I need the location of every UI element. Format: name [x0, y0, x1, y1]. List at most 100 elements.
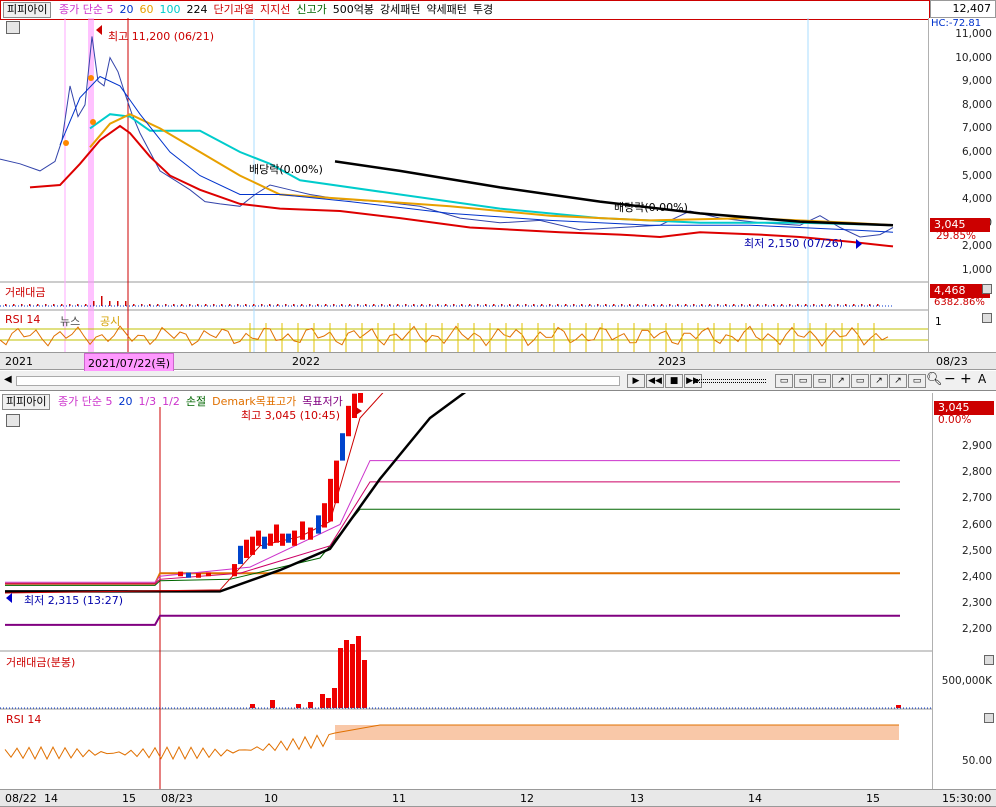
volume-bar — [157, 304, 159, 306]
top-legend-item[interactable]: 신고가 — [296, 1, 326, 19]
top-chart-svg — [0, 18, 928, 352]
volume-bar — [349, 304, 351, 306]
top-legend-item[interactable]: 500억봉 — [333, 1, 374, 19]
y-tick-label: 7,000 — [961, 122, 992, 135]
playback-controls: ▶ ◀◀ ■ ▶▶ — [626, 373, 702, 388]
date-label: 15 — [866, 792, 880, 805]
down-candle — [340, 433, 345, 461]
volume-bar — [805, 304, 807, 306]
volume-bar — [637, 304, 639, 306]
stop-icon[interactable]: ■ — [665, 374, 683, 388]
top-price-pct: 29.85% — [936, 230, 977, 242]
date-label: 15:30:00 — [942, 792, 992, 805]
ma224-line — [334, 160, 894, 227]
chart-type-icon[interactable]: ↗ — [870, 374, 888, 388]
chart-type-icon[interactable]: ▭ — [775, 374, 793, 388]
volume-bar — [205, 304, 207, 306]
volume-bar — [109, 301, 111, 306]
up-candle — [178, 571, 183, 577]
target-low-line — [5, 614, 900, 626]
volume-bar — [853, 304, 855, 306]
up-candle — [274, 524, 279, 543]
date-label: 2022 — [292, 355, 320, 368]
chart-type-icon[interactable]: ▭ — [908, 374, 926, 388]
volume-bar — [93, 301, 95, 306]
search-icon[interactable]: 🔍︎ — [926, 372, 943, 387]
down-candle — [286, 533, 291, 543]
top-legend-item[interactable]: 100 — [159, 1, 180, 19]
chart-type-icon[interactable]: ▭ — [794, 374, 812, 388]
tool-icons: ▭ ▭ ▭ ↗ ▭ ↗ ↗ ▭ — [774, 373, 926, 388]
up-candle — [334, 460, 339, 504]
ma5-line — [4, 393, 384, 594]
play-icon[interactable]: ▶ — [627, 374, 645, 388]
top-y-axis: HC:-72.81 11,000 10,000 9,000 8,000 7,000 6,0… — [928, 18, 996, 282]
zoom-in-icon[interactable]: + — [960, 371, 972, 387]
support-line — [29, 124, 894, 248]
top-legend-item[interactable]: 단기과열 — [213, 1, 253, 19]
top-legend-item[interactable]: 20 — [119, 1, 133, 19]
date-label: 15 — [122, 792, 136, 805]
top-date-bar: 2021 2021/07/22(목) 2022 2023 08/23 — [0, 352, 996, 373]
zoom-out-icon[interactable]: − — [944, 371, 956, 387]
volume-bar — [125, 301, 127, 306]
volume-bar — [325, 304, 327, 306]
down-candle — [262, 536, 267, 549]
scroll-left-icon[interactable]: ◀ — [4, 374, 12, 385]
volume-tick: 500,000K — [941, 675, 992, 687]
up-candle — [322, 503, 327, 528]
top-legend-item[interactable]: 60 — [139, 1, 153, 19]
panel-close-icon[interactable] — [984, 713, 994, 723]
date-label: 13 — [630, 792, 644, 805]
top-news-label: 뉴스 — [60, 315, 81, 328]
auto-icon[interactable]: A — [978, 372, 986, 386]
chart-type-icon[interactable]: ▭ — [851, 374, 869, 388]
top-value-box: 12,407 — [930, 0, 996, 18]
signal-dot — [63, 140, 69, 146]
top-legend-bar: 피피아이 종가 단순 5 20 60 100 224 단기과열 지지선 신고가 500억봉 강세패… — [0, 0, 930, 20]
top-stock-tab[interactable]: 피피아이 — [3, 2, 52, 18]
volume-bar — [181, 304, 183, 306]
high-arrow — [356, 407, 362, 415]
chart-type-icon[interactable]: ▭ — [813, 374, 831, 388]
date-label: 08/22 — [5, 792, 37, 805]
volume-bar — [326, 698, 331, 708]
rewind-icon[interactable]: ◀◀ — [646, 374, 664, 388]
panel-close-icon[interactable] — [984, 655, 994, 665]
rsi-level-tick: 1 — [935, 316, 942, 328]
top-legend-item[interactable]: 약세패턴 — [426, 1, 466, 19]
date-label: 08/23 — [161, 792, 193, 805]
top-legend-item[interactable]: 지지선 — [260, 1, 290, 19]
zoom-slider[interactable] — [696, 379, 766, 383]
volume-bar — [565, 304, 567, 306]
y-tick-label: 5,000 — [961, 169, 992, 182]
top-volume-pct: 6382.86% — [934, 297, 985, 308]
volume-bar — [229, 304, 231, 306]
up-candle — [256, 530, 261, 546]
third-line — [5, 460, 900, 583]
top-legend-item[interactable]: 투경 — [473, 1, 493, 19]
up-candle — [358, 393, 363, 403]
y-tick-label: 2,300 — [961, 597, 992, 610]
date-label: 08/23 — [936, 355, 968, 368]
up-candle — [268, 533, 273, 546]
chart-type-icon[interactable]: ↗ — [889, 374, 907, 388]
date-label: 2023 — [658, 355, 686, 368]
volume-bar — [356, 636, 361, 708]
y-tick-label: 2,600 — [961, 518, 992, 531]
top-legend-item[interactable]: 종가 단순 5 — [59, 1, 113, 19]
volume-bar — [338, 648, 343, 708]
scrollbar-track[interactable] — [16, 376, 620, 386]
ma100-line — [89, 113, 894, 227]
top-legend-item[interactable]: 강세패턴 — [380, 1, 420, 19]
y-tick-label: 2,500 — [961, 544, 992, 557]
top-legend-item[interactable]: 224 — [186, 1, 207, 19]
chart-type-icon[interactable]: ↗ — [832, 374, 850, 388]
low-arrow — [856, 239, 862, 249]
date-label: 12 — [520, 792, 534, 805]
up-candle — [328, 478, 333, 522]
panel-close-icon[interactable] — [982, 284, 992, 294]
volume-bar — [517, 304, 519, 306]
volume-bar — [709, 304, 711, 306]
panel-close-icon[interactable] — [982, 313, 992, 323]
